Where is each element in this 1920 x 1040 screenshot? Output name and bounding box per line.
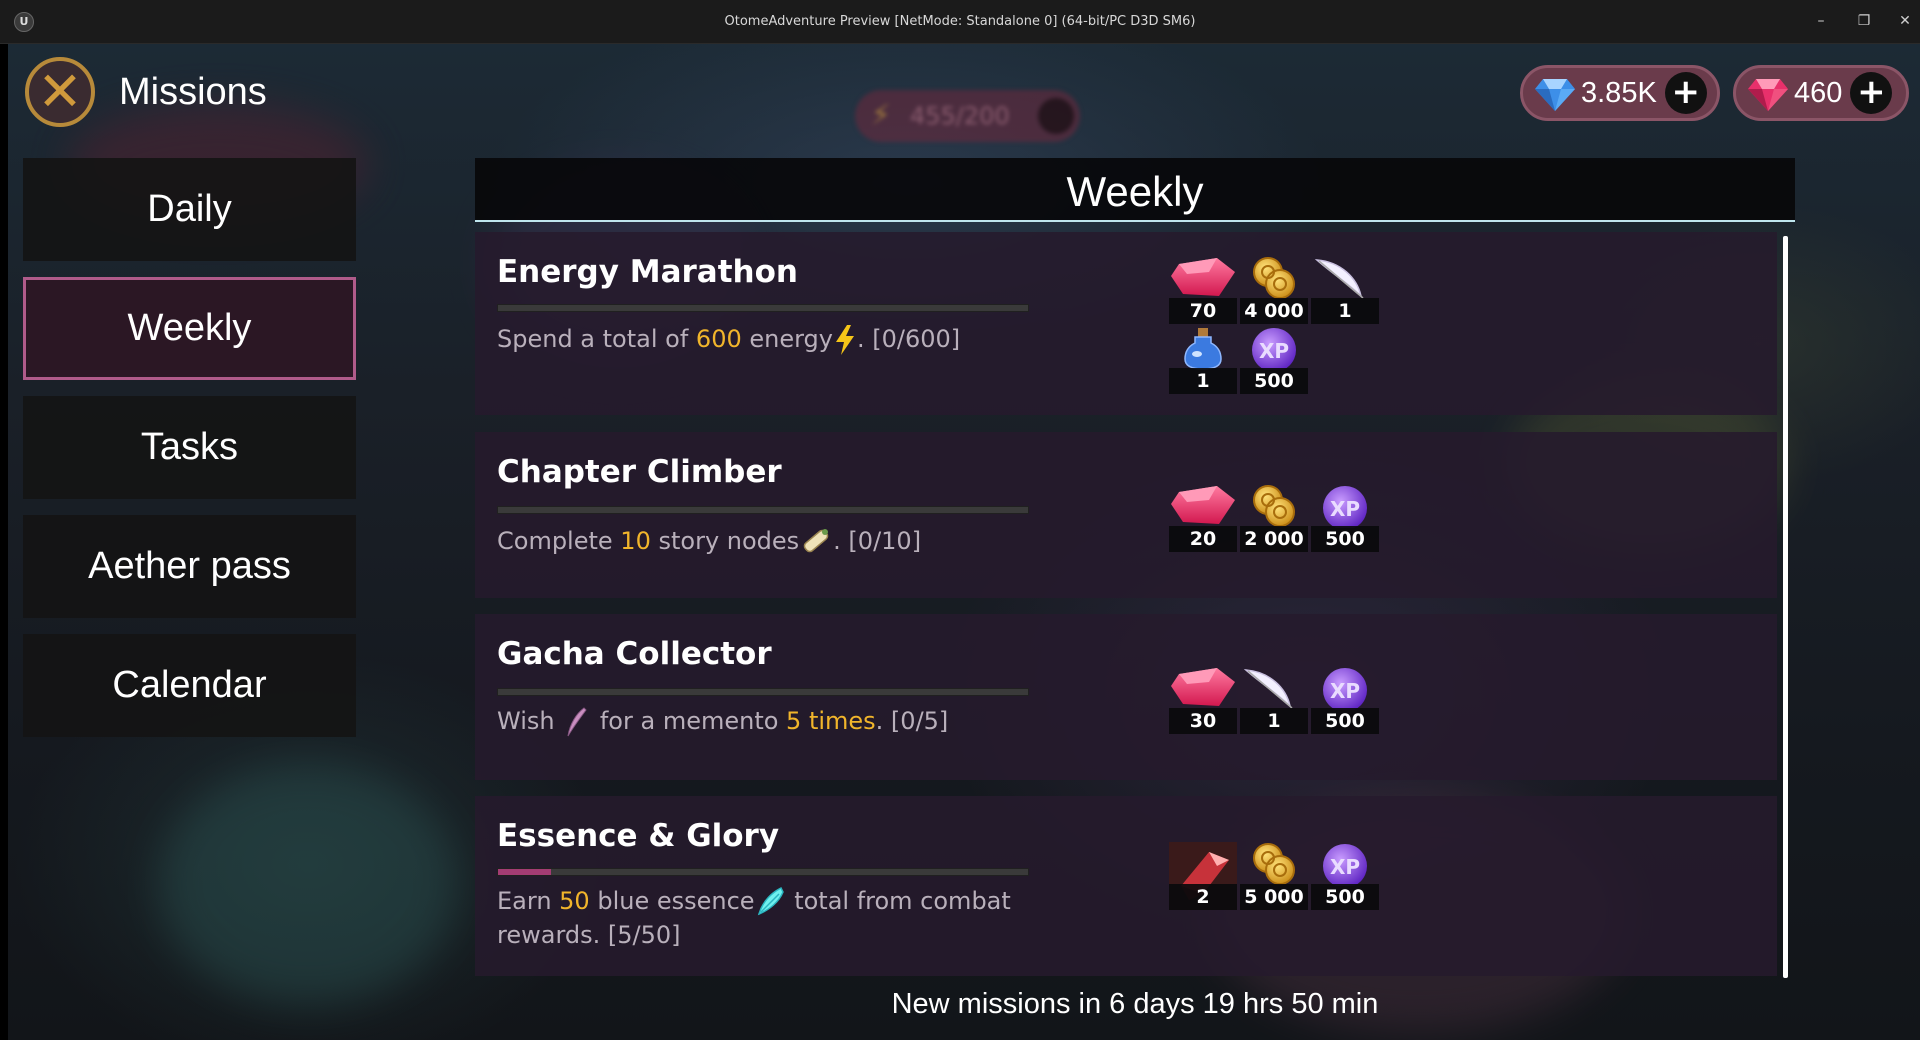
reward-quantity: 1 (1169, 368, 1237, 394)
plus-icon (1038, 98, 1074, 134)
mission-title: Energy Marathon (497, 254, 798, 290)
energy-pill-text: 455/200 (910, 102, 1010, 130)
white-feather-icon (1314, 259, 1364, 299)
reward-quantity: 1 (1240, 708, 1308, 734)
reward-xp: XP 500 (1240, 326, 1308, 394)
reward-gold-coins: 5 000 (1240, 842, 1308, 910)
mission-reset-timer: New missions in 6 days 19 hrs 50 min (891, 988, 1379, 1020)
gold-coins-icon (1253, 485, 1295, 527)
close-window-button[interactable]: ✕ (1894, 10, 1916, 32)
reward-xp: XP 500 (1311, 484, 1379, 552)
mission-card-essence-glory: Essence & Glory Earn 50 blue essence tot… (475, 796, 1777, 976)
mission-card-chapter-climber: Chapter Climber Complete 10 story nodes.… (475, 432, 1777, 598)
white-feather-icon (1243, 669, 1293, 709)
reward-xp: XP 500 (1311, 842, 1379, 910)
lightning-icon: ⚡ (871, 98, 891, 131)
reward-quantity: 30 (1169, 708, 1237, 734)
ruby-gem-icon (1171, 486, 1235, 524)
reward-gold-coins: 2 000 (1240, 484, 1308, 552)
blue-diamond-icon (1535, 79, 1575, 111)
reward-gold-coins: 4 000 (1240, 256, 1308, 324)
reward-quantity: 500 (1311, 526, 1379, 552)
mission-progress-bar (497, 868, 1029, 876)
xp-orb-icon: XP (1323, 486, 1367, 528)
reward-potion: 1 (1169, 326, 1237, 394)
tab-weekly[interactable]: Weekly (23, 277, 356, 380)
tab-tasks[interactable]: Tasks (23, 396, 356, 499)
mission-card-energy-marathon: Energy Marathon Spend a total of 600 ene… (475, 232, 1777, 415)
gem-amount: 460 (1794, 76, 1843, 109)
reward-ruby-gem: 30 (1169, 666, 1237, 734)
reward-quantity: 5 000 (1240, 884, 1308, 910)
reward-quantity: 500 (1240, 368, 1308, 394)
tab-daily[interactable]: Daily (23, 158, 356, 261)
ruby-gem-icon (1171, 258, 1235, 296)
mission-progress-bar (497, 304, 1029, 312)
window-title: OtomeAdventure Preview [NetMode: Standal… (724, 14, 1196, 29)
reward-ruby-gem: 20 (1169, 484, 1237, 552)
reward-quantity: 1 (1311, 298, 1379, 324)
mission-progress-bar (497, 688, 1029, 696)
svg-text:XP: XP (1330, 679, 1360, 703)
mission-description: Earn 50 blue essence total from combat r… (497, 886, 1011, 949)
panel-header: Weekly (475, 158, 1795, 222)
diamond-currency: 3.85K + (1520, 65, 1720, 121)
mission-title: Chapter Climber (497, 454, 782, 490)
svg-text:XP: XP (1259, 339, 1289, 363)
close-x-icon: ✕ (37, 60, 83, 123)
mission-title: Gacha Collector (497, 636, 772, 672)
reward-red-crystal: 2 (1169, 842, 1237, 910)
mission-list-scrollbar[interactable] (1783, 236, 1788, 978)
mission-description: Complete 10 story nodes. [0/10] (497, 524, 1057, 558)
tab-calendar[interactable]: Calendar (23, 634, 356, 737)
gold-coins-icon (1253, 843, 1295, 885)
svg-text:XP: XP (1330, 855, 1360, 879)
panel-title: Weekly (1066, 168, 1204, 215)
ruby-gem-icon (1171, 668, 1235, 706)
reward-feather: 1 (1311, 256, 1379, 324)
ruby-gem-icon (1748, 79, 1788, 111)
close-missions-button[interactable]: ✕ (25, 57, 95, 127)
window-titlebar: U OtomeAdventure Preview [NetMode: Stand… (0, 0, 1920, 44)
reward-feather: 1 (1240, 666, 1308, 734)
reward-quantity: 2 000 (1240, 526, 1308, 552)
mission-card-gacha-collector: Gacha Collector Wish for a memento 5 tim… (475, 614, 1777, 780)
blue-essence-icon (757, 886, 784, 916)
gold-coins-icon (1253, 257, 1295, 299)
xp-orb-icon: XP (1323, 668, 1367, 710)
add-gems-button[interactable]: + (1850, 72, 1893, 114)
energy-pill-background: ⚡ 455/200 (855, 90, 1080, 142)
lightning-icon (836, 325, 854, 355)
reward-quantity: 2 (1169, 884, 1237, 910)
mission-description: Wish for a memento 5 times. [0/5] (497, 704, 1057, 738)
mission-title: Essence & Glory (497, 818, 780, 854)
reward-quantity: 4 000 (1240, 298, 1308, 324)
reward-xp: XP 500 (1311, 666, 1379, 734)
quill-icon (567, 707, 587, 737)
page-title: Missions (119, 71, 267, 113)
diamond-amount: 3.85K (1581, 76, 1657, 109)
reward-quantity: 500 (1311, 708, 1379, 734)
blue-potion-icon (1184, 328, 1222, 370)
tab-aether-pass[interactable]: Aether pass (23, 515, 356, 618)
minimize-button[interactable]: – (1810, 10, 1832, 32)
reward-quantity: 500 (1311, 884, 1379, 910)
svg-text:XP: XP (1330, 497, 1360, 521)
gem-currency: 460 + (1733, 65, 1909, 121)
xp-orb-icon: XP (1323, 844, 1367, 886)
scroll-icon (803, 529, 829, 553)
add-diamonds-button[interactable]: + (1664, 72, 1707, 114)
reward-quantity: 20 (1169, 526, 1237, 552)
xp-orb-icon: XP (1252, 328, 1296, 370)
mission-description: Spend a total of 600 energy. [0/600] (497, 322, 1057, 356)
reward-quantity: 70 (1169, 298, 1237, 324)
restore-button[interactable]: ❐ (1853, 10, 1875, 32)
mission-progress-bar (497, 506, 1029, 514)
reward-ruby-gem: 70 (1169, 256, 1237, 324)
